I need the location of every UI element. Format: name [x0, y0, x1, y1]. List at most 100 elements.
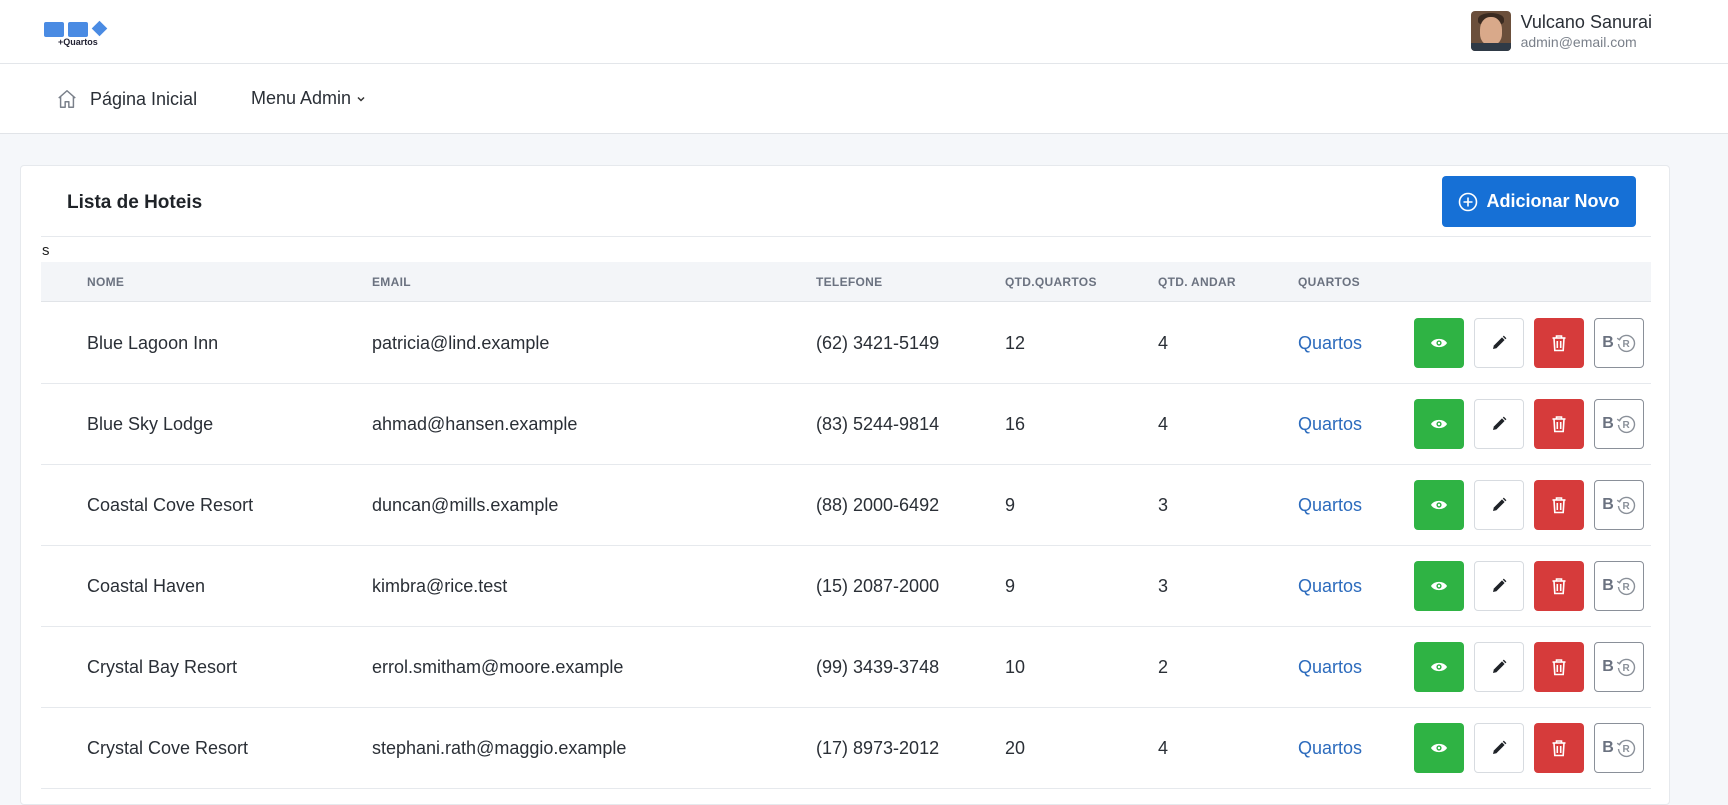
hotel-name: Crystal Cove Resort [87, 738, 249, 758]
user-info: Vulcano Sanurai admin@email.com [1521, 11, 1652, 51]
table-row: Crystal Bay Resort errol.smitham@moore.ex… [41, 627, 1651, 708]
hotel-phone: (88) 2000-6492 [816, 495, 940, 515]
view-button[interactable] [1414, 399, 1464, 449]
header-quartos: QUARTOS [1298, 275, 1360, 289]
header-telefone: TELEFONE [816, 275, 883, 289]
trash-icon [1552, 740, 1566, 757]
hotel-floors-count: 4 [1158, 414, 1169, 434]
registered-icon: R [1616, 577, 1635, 596]
header-email: EMAIL [372, 275, 411, 289]
hotel-name: Crystal Bay Resort [87, 657, 238, 677]
booking-letter: B [1602, 496, 1614, 513]
hotel-rooms-count: 9 [1005, 576, 1016, 596]
pencil-icon [1493, 578, 1507, 592]
hotel-email: errol.smitham@moore.example [372, 657, 624, 677]
eye-icon [1431, 662, 1447, 672]
delete-button[interactable] [1534, 723, 1584, 773]
hotel-phone: (83) 5244-9814 [816, 414, 940, 434]
hotel-name: Coastal Haven [87, 576, 206, 596]
add-new-button[interactable]: Adicionar Novo [1442, 176, 1636, 227]
registered-icon: R [1616, 334, 1635, 353]
bookings-button[interactable]: BR [1594, 480, 1644, 530]
user-email: admin@email.com [1520, 34, 1637, 50]
eye-icon [1431, 581, 1447, 591]
booking-letter: B [1602, 415, 1614, 432]
edit-button[interactable] [1474, 480, 1524, 530]
header-qtd-andar: QTD. ANDAR [1158, 275, 1236, 289]
rooms-link[interactable]: Quartos [1298, 738, 1362, 759]
hotel-floors-count: 3 [1158, 576, 1169, 596]
pencil-icon [1493, 335, 1507, 349]
hotel-phone: (62) 3421-5149 [816, 333, 940, 353]
edit-button[interactable] [1474, 561, 1524, 611]
trash-icon [1552, 578, 1566, 595]
delete-button[interactable] [1534, 561, 1584, 611]
rooms-link[interactable]: Quartos [1298, 414, 1362, 435]
view-button[interactable] [1414, 561, 1464, 611]
delete-button[interactable] [1534, 480, 1584, 530]
hotel-list-card: Lista de Hoteis Adicionar Novo s NOME EM… [20, 165, 1670, 805]
home-icon [58, 90, 76, 108]
divider [41, 236, 1651, 237]
page-title: Lista de Hoteis [67, 192, 203, 213]
nav-bar: Página Inicial Menu Admin [0, 64, 1728, 134]
edit-button[interactable] [1474, 642, 1524, 692]
view-button[interactable] [1414, 318, 1464, 368]
table-row: Blue Sky Lodge ahmad@hansen.example (83) 5… [41, 384, 1651, 465]
table-row: Crystal Cove Resort stephani.rath@maggio.… [41, 708, 1651, 789]
view-button[interactable] [1414, 642, 1464, 692]
pencil-icon [1493, 497, 1507, 511]
logo-text: +Quartos [58, 37, 98, 47]
rooms-link[interactable]: Quartos [1298, 657, 1362, 678]
avatar[interactable] [1470, 11, 1511, 51]
hotel-email: stephani.rath@maggio.example [372, 738, 627, 758]
top-bar: +Quartos Vulcano Sanurai admin@email.com [0, 0, 1728, 64]
bookings-button[interactable]: BR [1594, 642, 1644, 692]
hotel-floors-count: 3 [1158, 495, 1169, 515]
registered-icon: R [1616, 739, 1635, 758]
delete-button[interactable] [1534, 399, 1584, 449]
booking-letter: B [1602, 334, 1614, 351]
user-name: Vulcano Sanurai [1520, 12, 1652, 32]
pencil-icon [1493, 659, 1507, 673]
rooms-link[interactable]: Quartos [1298, 333, 1362, 354]
hotel-email: ahmad@hansen.example [372, 414, 578, 434]
edit-button[interactable] [1474, 318, 1524, 368]
svg-text:R: R [1622, 582, 1630, 593]
trash-icon [1552, 497, 1566, 514]
nav-item-admin-menu[interactable]: Menu Admin [251, 88, 366, 109]
app-logo[interactable]: +Quartos [44, 20, 108, 50]
rooms-link[interactable]: Quartos [1298, 576, 1362, 597]
hotel-name: Blue Lagoon Inn [87, 333, 219, 353]
delete-button[interactable] [1534, 642, 1584, 692]
view-button[interactable] [1414, 723, 1464, 773]
plus-circle-icon [1459, 192, 1478, 211]
eye-icon [1431, 500, 1447, 510]
hotel-email: duncan@mills.example [372, 495, 559, 515]
hotel-floors-count: 4 [1158, 738, 1169, 758]
bookings-button[interactable]: BR [1594, 318, 1644, 368]
registered-icon: R [1616, 658, 1635, 677]
edit-button[interactable] [1474, 723, 1524, 773]
hotel-name: Coastal Cove Resort [87, 495, 254, 515]
svg-text:R: R [1622, 663, 1630, 674]
hotel-rooms-count: 20 [1005, 738, 1026, 758]
bookings-button[interactable]: BR [1594, 723, 1644, 773]
trash-icon [1552, 659, 1566, 676]
view-button[interactable] [1414, 480, 1464, 530]
logo-square-1 [44, 22, 64, 37]
edit-button[interactable] [1474, 399, 1524, 449]
registered-icon: R [1616, 415, 1635, 434]
registered-icon: R [1616, 496, 1635, 515]
rooms-link[interactable]: Quartos [1298, 495, 1362, 516]
bookings-button[interactable]: BR [1594, 561, 1644, 611]
nav-item-home[interactable]: Página Inicial [56, 88, 197, 110]
table-row: Coastal Haven kimbra@rice.test (15) 2087-2… [41, 546, 1651, 627]
hotel-rooms-count: 16 [1005, 414, 1026, 434]
user-menu[interactable]: Vulcano Sanurai admin@email.com [1470, 10, 1652, 52]
delete-button[interactable] [1534, 318, 1584, 368]
pencil-icon [1493, 416, 1507, 430]
trash-icon [1552, 335, 1566, 352]
bookings-button[interactable]: BR [1594, 399, 1644, 449]
nav-admin-label: Menu Admin [251, 88, 352, 108]
